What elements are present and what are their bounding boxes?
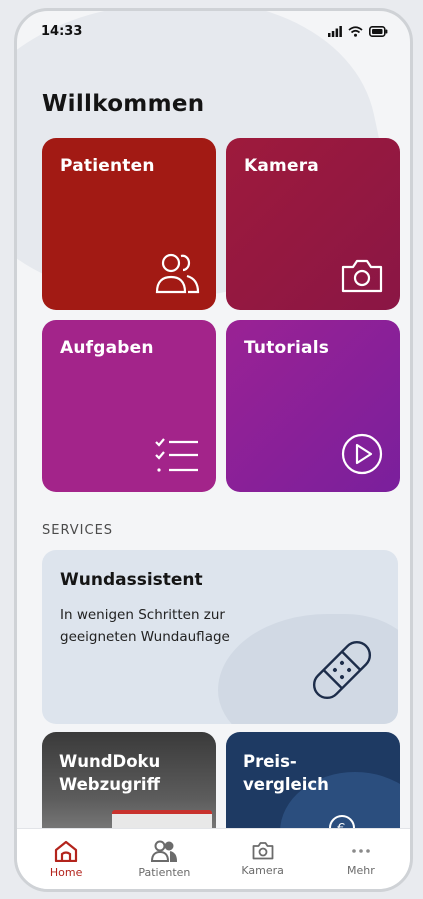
bottom-navigation: Home Patienten Kamera Mehr xyxy=(17,828,410,889)
nav-patienten[interactable]: Patienten xyxy=(124,840,204,879)
preisvergleich-title: Preis-vergleich xyxy=(243,752,329,794)
tile-label: Tutorials xyxy=(244,338,330,358)
services-heading: SERVICES xyxy=(42,523,114,538)
battery-icon xyxy=(369,25,388,37)
home-icon xyxy=(55,840,78,862)
signal-icon xyxy=(328,25,342,37)
users-icon xyxy=(151,840,178,862)
camera-icon xyxy=(252,842,274,860)
nav-label: Home xyxy=(49,865,83,879)
status-icons xyxy=(328,25,388,37)
wundassistent-title: Wundassistent xyxy=(60,570,203,590)
nav-home[interactable]: Home xyxy=(26,840,106,879)
status-time: 14:33 xyxy=(41,23,83,39)
wunddoku-title: WundDoku Webzugriff xyxy=(59,752,161,794)
page-title: Willkommen xyxy=(42,91,205,117)
wundassistent-description: In wenigen Schritten zur geeigneten Wund… xyxy=(60,607,230,645)
nav-mehr[interactable]: Mehr xyxy=(321,841,401,877)
nav-label: Kamera xyxy=(241,864,284,877)
nav-label: Patienten xyxy=(138,865,191,879)
tile-aufgaben[interactable]: Aufgaben xyxy=(42,320,216,492)
tile-patienten[interactable]: Patienten xyxy=(42,138,216,310)
wundassistent-card[interactable]: Wundassistent In wenigen Schritten zur g… xyxy=(42,550,398,724)
play-circle-icon xyxy=(341,433,383,475)
tile-kamera[interactable]: Kamera xyxy=(226,138,400,310)
tile-label: Aufgaben xyxy=(60,338,154,358)
nav-kamera[interactable]: Kamera xyxy=(223,841,303,877)
nav-label: Mehr xyxy=(346,864,375,877)
tile-label: Patienten xyxy=(60,156,155,176)
more-icon xyxy=(352,849,370,853)
bandage-icon xyxy=(312,640,372,700)
tile-label: Kamera xyxy=(244,156,319,176)
wifi-icon xyxy=(348,25,363,37)
phone-frame: 14:33 Willkommen Patienten Kamera Aufgab… xyxy=(14,8,413,892)
checklist-icon xyxy=(155,438,198,472)
tile-tutorials[interactable]: Tutorials xyxy=(226,320,400,492)
camera-icon xyxy=(341,259,383,293)
users-icon xyxy=(155,253,200,294)
status-bar: 14:33 xyxy=(17,11,410,51)
